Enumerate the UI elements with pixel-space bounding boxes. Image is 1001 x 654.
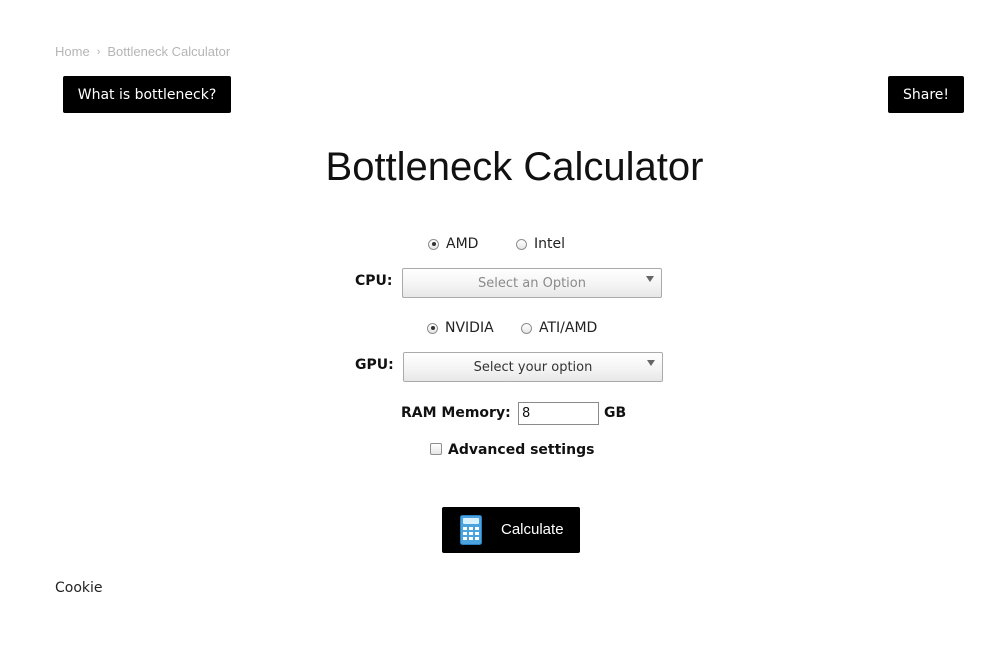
calculate-button[interactable]: Calculate [442,507,580,553]
advanced-settings-label[interactable]: Advanced settings [448,442,594,458]
gpu-nvidia-radio[interactable] [427,322,438,334]
breadcrumb: Home › Bottleneck Calculator [55,44,230,59]
page: Home › Bottleneck Calculator What is bot… [0,0,1001,654]
cpu-intel-radio[interactable] [516,238,527,250]
cpu-select[interactable]: Select an Option [402,268,662,298]
cpu-amd-label: AMD [446,236,479,252]
ram-unit: GB [604,405,627,421]
gpu-select[interactable]: Select your option [403,352,663,382]
ram-label: RAM Memory: [401,405,511,421]
cpu-label: CPU: [355,273,393,289]
cpu-select-value: Select an Option [478,275,586,291]
gpu-ati-label: ATI/AMD [539,320,598,336]
gpu-ati-radio[interactable] [521,322,532,334]
breadcrumb-separator-icon: › [96,45,101,58]
cpu-brand-amd-option[interactable]: AMD [428,236,478,252]
cpu-brand-intel-option[interactable]: Intel [516,236,565,252]
calculator-icon [460,515,482,545]
breadcrumb-current: Bottleneck Calculator [107,44,231,59]
breadcrumb-home-link[interactable]: Home [55,44,90,59]
advanced-settings-checkbox[interactable] [430,443,442,455]
gpu-select-value: Select your option [473,359,593,375]
gpu-select-arrow-icon [647,360,655,366]
cookie-link[interactable]: Cookie [55,580,103,596]
cpu-intel-label: Intel [534,236,565,252]
calculate-label: Calculate [501,521,564,538]
gpu-brand-ati-option[interactable]: ATI/AMD [521,320,597,336]
page-title: Bottleneck Calculator [325,145,704,189]
what-is-bottleneck-button[interactable]: What is bottleneck? [63,76,231,113]
gpu-label: GPU: [355,357,394,373]
share-button[interactable]: Share! [888,76,964,113]
cpu-select-arrow-icon [646,276,654,282]
gpu-nvidia-label: NVIDIA [445,320,494,336]
gpu-brand-nvidia-option[interactable]: NVIDIA [427,320,494,336]
ram-input[interactable] [518,402,599,425]
cpu-amd-radio[interactable] [428,238,439,250]
